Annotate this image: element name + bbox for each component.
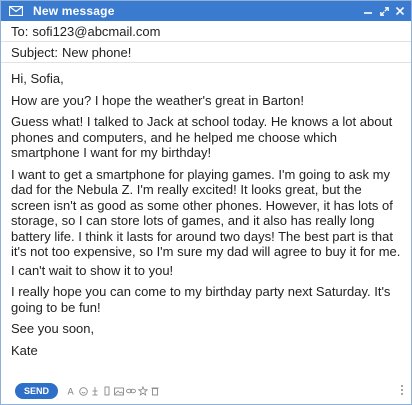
more-options-icon[interactable]: [401, 385, 403, 395]
message-paragraph: Guess what! I talked to Jack at school t…: [11, 114, 393, 160]
compose-window: New message To: Subject: Hi, Sofia, How …: [0, 0, 412, 405]
link-icon[interactable]: [126, 385, 136, 397]
message-paragraph: I want to get a smartphone for playing g…: [11, 166, 401, 260]
message-paragraph: How are you? I hope the weather's great …: [11, 92, 304, 108]
message-paragraph: I really hope you can come to my birthda…: [11, 284, 391, 315]
drive-icon[interactable]: [102, 385, 112, 397]
to-label: To:: [11, 23, 29, 39]
trash-icon[interactable]: [150, 385, 160, 397]
expand-icon[interactable]: [379, 5, 389, 17]
compose-toolbar: SEND A: [1, 378, 411, 404]
message-body[interactable]: Hi, Sofia, How are you? I hope the weath…: [1, 63, 411, 358]
message-paragraph: I can't wait to show it to you!: [11, 262, 174, 278]
title-bar: New message: [1, 1, 411, 21]
subject-input[interactable]: [61, 44, 382, 60]
attach-icon[interactable]: [90, 385, 100, 397]
send-button[interactable]: SEND: [15, 383, 59, 399]
star-icon[interactable]: [138, 385, 149, 397]
emoji-icon[interactable]: [78, 385, 88, 397]
minimize-icon[interactable]: [363, 5, 373, 17]
svg-text:A: A: [67, 388, 74, 397]
text-format-icon[interactable]: A: [66, 385, 76, 397]
to-input[interactable]: [32, 23, 353, 39]
subject-label: Subject:: [11, 44, 58, 60]
message-paragraph: Kate: [11, 342, 38, 358]
envelope-icon: [9, 5, 25, 17]
window-title: New message: [33, 4, 115, 18]
subject-field[interactable]: Subject:: [1, 42, 411, 63]
image-icon[interactable]: [114, 385, 124, 397]
to-field[interactable]: To:: [1, 21, 411, 42]
message-paragraph: See you soon,: [11, 321, 95, 336]
message-paragraph: Hi, Sofia,: [11, 71, 64, 86]
close-icon[interactable]: [395, 5, 405, 17]
